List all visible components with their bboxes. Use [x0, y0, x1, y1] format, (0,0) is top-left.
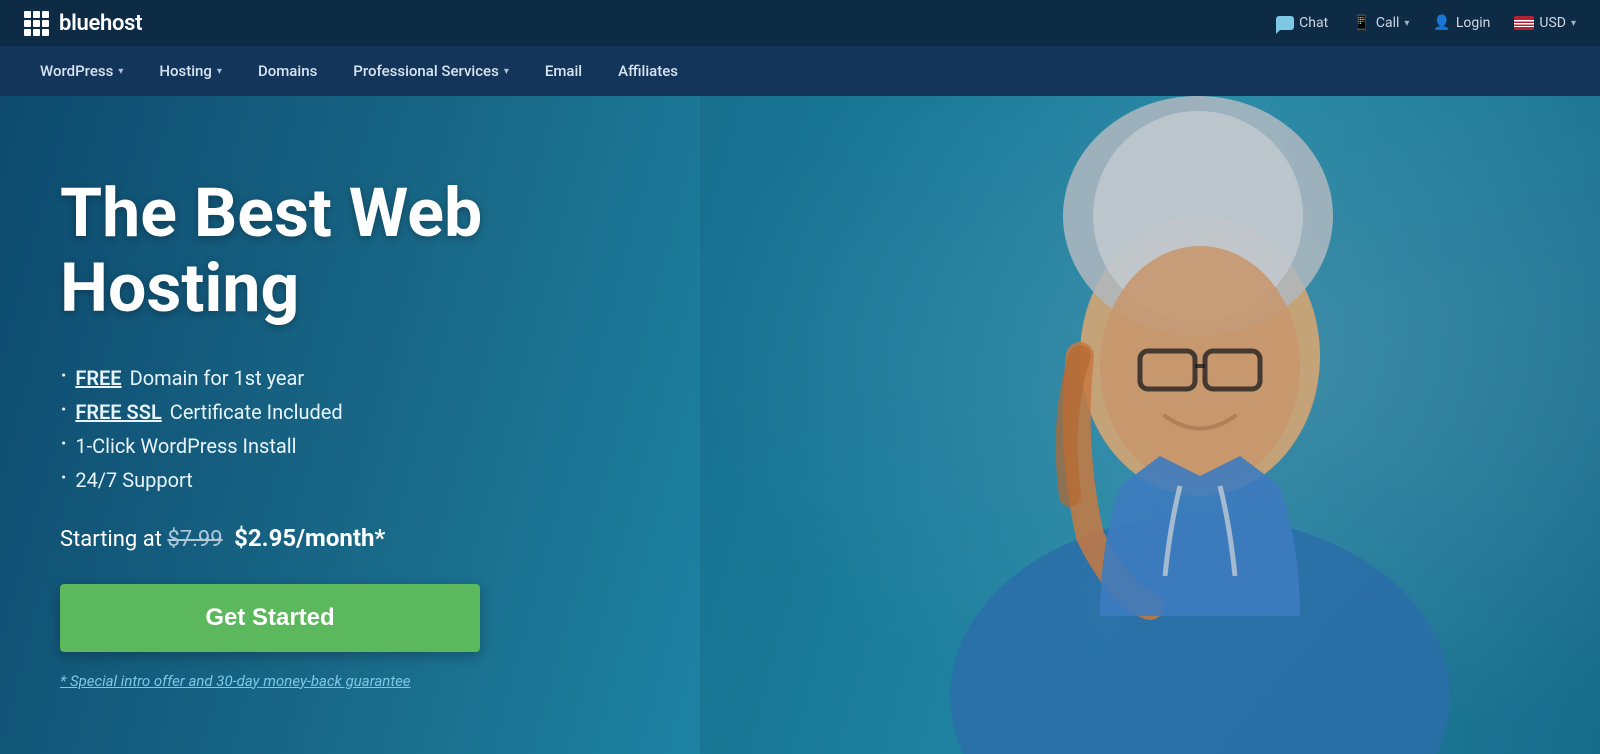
- hosting-chevron-icon: ▾: [217, 66, 222, 77]
- hero-title: The Best Web Hosting: [60, 176, 700, 326]
- nav-bar: WordPress ▾ Hosting ▾ Domains Profession…: [0, 46, 1600, 96]
- feature-free-ssl-text: Certificate Included: [170, 400, 343, 424]
- feature-wordpress-install: 1-Click WordPress Install: [60, 434, 700, 458]
- chat-icon: [1276, 16, 1294, 30]
- feature-wordpress-text: 1-Click WordPress Install: [75, 434, 296, 458]
- brand-name: bluehost: [59, 11, 142, 36]
- nav-domains-label: Domains: [258, 62, 317, 80]
- login-label: Login: [1456, 15, 1491, 31]
- currency-chevron-icon: ▾: [1571, 18, 1576, 29]
- nav-wordpress[interactable]: WordPress ▾: [24, 52, 139, 90]
- hero-pricing: Starting at $7.99 $2.95/month*: [60, 524, 700, 552]
- feature-free-ssl: FREE SSL Certificate Included: [60, 400, 700, 424]
- nav-affiliates-label: Affiliates: [618, 62, 678, 80]
- hero-features-list: FREE Domain for 1st year FREE SSL Certif…: [60, 366, 700, 492]
- nav-domains[interactable]: Domains: [242, 52, 333, 90]
- feature-free-domain-free: FREE: [75, 366, 121, 390]
- feature-free-ssl-free: FREE SSL: [75, 400, 161, 424]
- currency-selector[interactable]: USD ▾: [1514, 15, 1576, 31]
- top-bar-actions: Chat 📱 Call ▾ 👤 Login USD ▾: [1276, 14, 1576, 32]
- feature-free-domain: FREE Domain for 1st year: [60, 366, 700, 390]
- feature-support-text: 24/7 Support: [75, 468, 193, 492]
- phone-icon: 📱: [1352, 14, 1371, 32]
- nav-email[interactable]: Email: [529, 52, 598, 90]
- original-price: $7.99: [167, 527, 222, 552]
- brand-area: bluehost: [24, 11, 142, 36]
- flag-icon: [1514, 16, 1534, 30]
- nav-hosting-label: Hosting: [159, 62, 212, 80]
- user-icon: 👤: [1433, 15, 1450, 31]
- hero-content: The Best Web Hosting FREE Domain for 1st…: [0, 96, 760, 754]
- nav-hosting[interactable]: Hosting ▾: [143, 52, 238, 90]
- logo-grid-icon: [24, 11, 49, 36]
- disclaimer-text[interactable]: * Special intro offer and 30-day money-b…: [60, 672, 700, 690]
- hero-person-image: [700, 96, 1600, 754]
- nav-professional-services[interactable]: Professional Services ▾: [337, 52, 525, 90]
- feature-free-domain-text: Domain for 1st year: [130, 366, 305, 390]
- top-bar: bluehost Chat 📱 Call ▾ 👤 Login USD ▾: [0, 0, 1600, 46]
- price-starting-label: Starting at: [60, 527, 162, 552]
- nav-wordpress-label: WordPress: [40, 62, 113, 80]
- wordpress-chevron-icon: ▾: [118, 66, 123, 77]
- nav-email-label: Email: [545, 62, 582, 80]
- nav-professional-services-label: Professional Services: [353, 62, 499, 80]
- chat-label: Chat: [1299, 15, 1328, 31]
- nav-affiliates[interactable]: Affiliates: [602, 52, 694, 90]
- login-link[interactable]: 👤 Login: [1433, 15, 1490, 31]
- hero-section: The Best Web Hosting FREE Domain for 1st…: [0, 96, 1600, 754]
- chat-link[interactable]: Chat: [1276, 15, 1328, 31]
- call-link[interactable]: 📱 Call ▾: [1352, 14, 1409, 32]
- currency-label: USD: [1539, 15, 1566, 31]
- feature-support: 24/7 Support: [60, 468, 700, 492]
- get-started-button[interactable]: Get Started: [60, 584, 480, 652]
- call-chevron-icon: ▾: [1404, 18, 1409, 29]
- sale-price: $2.95/month*: [234, 524, 385, 552]
- professional-services-chevron-icon: ▾: [504, 66, 509, 77]
- call-label: Call: [1376, 15, 1400, 31]
